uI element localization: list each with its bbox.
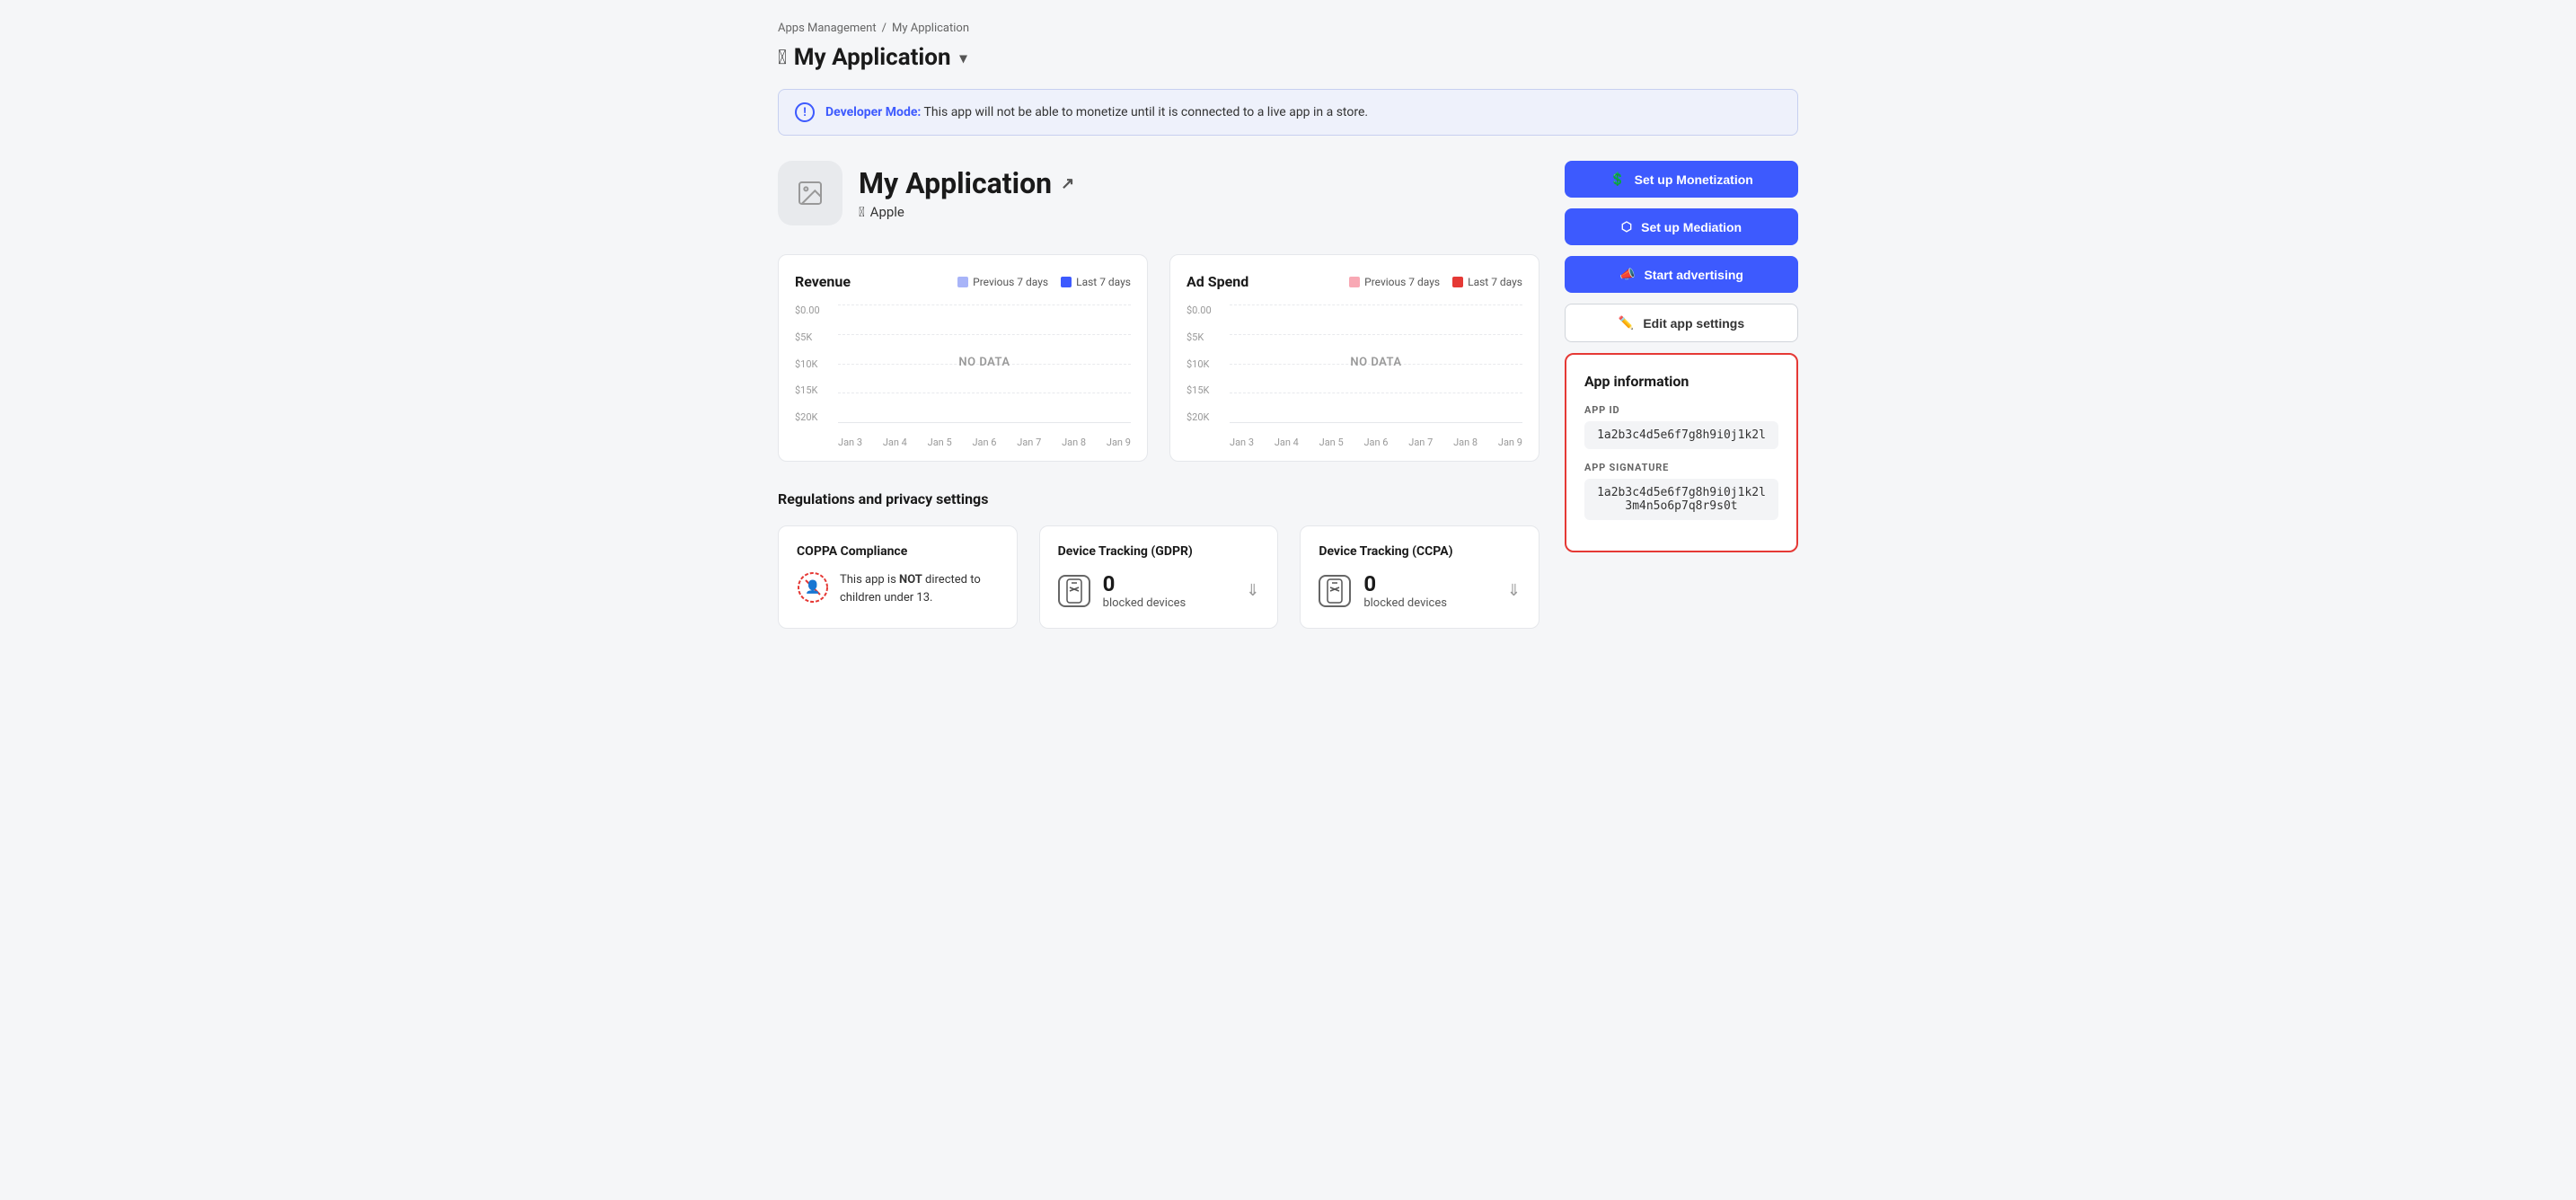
- adspend-chart-legend: Previous 7 days Last 7 days: [1349, 276, 1522, 288]
- mediation-icon: ⬡: [1621, 219, 1632, 234]
- gdpr-download-icon[interactable]: ⇓: [1246, 581, 1259, 600]
- adspend-chart-header: Ad Spend Previous 7 days Last 7 days: [1187, 273, 1522, 290]
- breadcrumb-parent[interactable]: Apps Management: [778, 22, 877, 35]
- edit-app-settings-button[interactable]: ✏️ Edit app settings: [1565, 304, 1798, 342]
- ccpa-card: Device Tracking (CCPA): [1300, 525, 1539, 629]
- app-name-text: My Application: [859, 166, 1052, 200]
- adspend-chart-grid: NO DATA: [1230, 304, 1522, 423]
- gdpr-label: blocked devices: [1103, 596, 1187, 610]
- apple-logo-icon: : [778, 47, 787, 69]
- ccpa-count: 0: [1363, 571, 1447, 596]
- coppa-card: COPPA Compliance 👤 This app is NOT: [778, 525, 1018, 629]
- charts-row: Revenue Previous 7 days Last 7 days: [778, 254, 1539, 462]
- banner-text: Developer Mode: This app will not be abl…: [825, 105, 1368, 119]
- adspend-legend-prev: Previous 7 days: [1349, 276, 1440, 288]
- edit-icon: ✏️: [1619, 315, 1634, 331]
- revenue-legend-last: Last 7 days: [1061, 276, 1131, 288]
- adspend-y-labels: $20K$15K$10K$5K$0.00: [1187, 304, 1224, 423]
- developer-mode-banner: ! Developer Mode: This app will not be a…: [778, 89, 1798, 136]
- coppa-text: This app is NOT directed to children und…: [840, 571, 999, 606]
- app-identity: My Application ↗  Apple: [778, 161, 1539, 225]
- revenue-x-labels: Jan 3Jan 4Jan 5Jan 6Jan 7Jan 8Jan 9: [838, 437, 1131, 448]
- app-information-card: App information APP ID 1a2b3c4d5e6f7g8h9…: [1565, 353, 1798, 552]
- banner-label: Developer Mode:: [825, 105, 921, 119]
- setup-monetization-button[interactable]: 💲 Set up Monetization: [1565, 161, 1798, 198]
- revenue-chart-card: Revenue Previous 7 days Last 7 days: [778, 254, 1148, 462]
- adspend-chart-title: Ad Spend: [1187, 273, 1248, 290]
- revenue-chart-header: Revenue Previous 7 days Last 7 days: [795, 273, 1131, 290]
- info-icon: !: [795, 102, 815, 122]
- app-info-title: App information: [1584, 373, 1778, 390]
- content-area: My Application ↗  Apple Revenue: [778, 161, 1539, 629]
- adspend-chart-card: Ad Spend Previous 7 days Last 7 days: [1169, 254, 1539, 462]
- app-id-label: APP ID: [1584, 404, 1778, 416]
- app-signature-value: 1a2b3c4d5e6f7g8h9i0j1k2l3m4n5o6p7q8r9s0t: [1584, 479, 1778, 520]
- adspend-prev-dot: [1349, 277, 1360, 287]
- ccpa-label: blocked devices: [1363, 596, 1447, 610]
- ccpa-content: 0 blocked devices ⇓: [1319, 571, 1521, 610]
- revenue-last-dot: [1061, 277, 1072, 287]
- platform-apple-icon: : [859, 204, 865, 220]
- gdpr-title: Device Tracking (GDPR): [1058, 544, 1260, 559]
- revenue-chart-area: $20K$15K$10K$5K$0.00 NO DATA Jan 3Jan 4J…: [795, 304, 1131, 448]
- platform-label: Apple: [870, 204, 904, 220]
- adspend-last-dot: [1452, 277, 1463, 287]
- setup-mediation-button[interactable]: ⬡ Set up Mediation: [1565, 208, 1798, 245]
- ccpa-stats: 0 blocked devices: [1363, 571, 1447, 610]
- coppa-title: COPPA Compliance: [797, 544, 999, 559]
- gdpr-card: Device Tracking (GDPR): [1039, 525, 1279, 629]
- coppa-icon: 👤: [797, 571, 829, 604]
- revenue-chart-title: Revenue: [795, 273, 851, 290]
- ccpa-title: Device Tracking (CCPA): [1319, 544, 1521, 559]
- app-id-value: 1a2b3c4d5e6f7g8h9i0j1k2l: [1584, 421, 1778, 449]
- app-signature-label: APP SIGNATURE: [1584, 462, 1778, 473]
- start-advertising-button[interactable]: 📣 Start advertising: [1565, 256, 1798, 293]
- monetization-icon: 💲: [1610, 172, 1625, 187]
- page-title: My Application: [794, 44, 951, 71]
- gdpr-stats: 0 blocked devices: [1103, 571, 1187, 610]
- sidebar: 💲 Set up Monetization ⬡ Set up Mediation…: [1565, 161, 1798, 552]
- privacy-row: COPPA Compliance 👤 This app is NOT: [778, 525, 1539, 629]
- gdpr-content: 0 blocked devices ⇓: [1058, 571, 1260, 610]
- coppa-content: 👤 This app is NOT directed to children u…: [797, 571, 999, 606]
- app-id-field: APP ID 1a2b3c4d5e6f7g8h9i0j1k2l: [1584, 404, 1778, 449]
- advertising-icon: 📣: [1619, 267, 1635, 282]
- adspend-chart-area: $20K$15K$10K$5K$0.00 NO DATA Jan 3Jan 4J…: [1187, 304, 1522, 448]
- regulations-section-title: Regulations and privacy settings: [778, 490, 1539, 507]
- app-header:  My Application ▾: [778, 44, 1798, 71]
- gdpr-phone-icon: [1058, 575, 1090, 607]
- breadcrumb: Apps Management / My Application: [778, 22, 1798, 35]
- ccpa-download-icon[interactable]: ⇓: [1507, 581, 1521, 600]
- revenue-chart-grid: NO DATA: [838, 304, 1131, 423]
- adspend-no-data: NO DATA: [1350, 356, 1401, 369]
- adspend-x-labels: Jan 3Jan 4Jan 5Jan 6Jan 7Jan 8Jan 9: [1230, 437, 1522, 448]
- gdpr-count: 0: [1103, 571, 1187, 596]
- breadcrumb-current: My Application: [892, 22, 969, 35]
- revenue-y-labels: $20K$15K$10K$5K$0.00: [795, 304, 833, 423]
- adspend-legend-last: Last 7 days: [1452, 276, 1522, 288]
- app-signature-field: APP SIGNATURE 1a2b3c4d5e6f7g8h9i0j1k2l3m…: [1584, 462, 1778, 520]
- revenue-prev-dot: [957, 277, 968, 287]
- ccpa-phone-icon: [1319, 575, 1351, 607]
- revenue-legend-prev: Previous 7 days: [957, 276, 1048, 288]
- revenue-no-data: NO DATA: [958, 356, 1010, 369]
- app-info-identity: My Application ↗  Apple: [859, 166, 1074, 220]
- svg-text:👤: 👤: [805, 579, 820, 595]
- external-link-icon[interactable]: ↗: [1061, 174, 1074, 193]
- app-icon: [778, 161, 842, 225]
- revenue-chart-legend: Previous 7 days Last 7 days: [957, 276, 1131, 288]
- chevron-down-icon[interactable]: ▾: [960, 49, 967, 66]
- regulations-section: Regulations and privacy settings COPPA C…: [778, 490, 1539, 629]
- breadcrumb-separator: /: [882, 22, 887, 35]
